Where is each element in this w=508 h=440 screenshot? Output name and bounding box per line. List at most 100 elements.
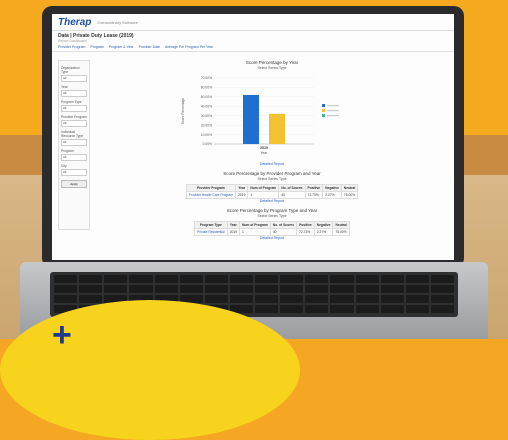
key [154, 275, 178, 283]
y-tick-label: 40.00% [201, 104, 212, 108]
program-type-table: Program Type Year Num of Program No. of … [194, 221, 350, 236]
table-header: Year [226, 221, 240, 229]
filter-select[interactable]: All [61, 139, 87, 146]
key [430, 275, 454, 283]
table-header: Provider Program [185, 184, 237, 192]
filter-sidebar: Organization Type All Year All Program T… [58, 60, 90, 230]
key [405, 305, 429, 313]
key [129, 275, 153, 283]
app-logo: Therap [58, 16, 92, 28]
key [305, 275, 329, 283]
legend-entry [327, 110, 339, 112]
key [380, 275, 404, 283]
filter-label: Year [61, 85, 68, 89]
key [380, 305, 404, 313]
score-chart: 0.00% 10.00% 20.00% 30.00% 40.00% 50.00% 60.00… [172, 72, 372, 162]
key [280, 285, 304, 293]
y-tick-label: 30.00% [201, 114, 212, 118]
key [305, 285, 329, 293]
report-main: Score Percentage by Year Select Series T… [96, 60, 448, 240]
filter-select[interactable]: All [61, 120, 87, 127]
x-axis-label: Year [261, 151, 269, 155]
y-tick-label: 0.00% [203, 142, 212, 146]
table-header: Year [235, 184, 249, 192]
table-row: Private Residential 2019 1 40 72.73% 2.2… [194, 228, 350, 236]
legend-swatch [322, 114, 325, 117]
key [305, 305, 329, 313]
promo-glyph: + [52, 316, 72, 354]
app-tagline: Extraordinary Software [97, 19, 139, 25]
filter-select[interactable]: All [61, 154, 87, 161]
table-cell: 2019 [226, 228, 240, 236]
key [305, 295, 329, 303]
provider-program-table: Provider Program Year Num of Program No.… [185, 184, 359, 199]
filter-label: City [61, 164, 67, 168]
page-title: Data | Private Duty Lease (2019) [58, 33, 134, 39]
x-tick-label: 2019 [260, 146, 268, 150]
table-cell: 2.27% [313, 228, 334, 236]
table-header: Positive [296, 221, 315, 229]
table-cell-link[interactable]: Private Residential [194, 228, 228, 236]
key [104, 285, 128, 293]
key [204, 285, 228, 293]
table2-report-link[interactable]: Detailed Report [96, 236, 448, 240]
key [229, 275, 253, 283]
tab-program-year[interactable]: Program & Year [109, 45, 134, 49]
chart-title: Score Percentage by Year [245, 60, 299, 65]
key [355, 275, 379, 283]
tab-average[interactable]: Average Per Program Per Year [165, 45, 213, 49]
filter-select[interactable]: All [61, 169, 87, 176]
key [280, 305, 304, 313]
filter-select[interactable]: All [61, 75, 87, 82]
key [380, 295, 404, 303]
y-tick-label: 20.00% [201, 123, 212, 127]
y-tick-label: 50.00% [201, 95, 212, 99]
table-cell-link[interactable]: Provider Health Care Program [185, 191, 237, 199]
table-header: Positive [304, 184, 324, 192]
legend-swatch [322, 109, 325, 112]
key [179, 275, 203, 283]
series-select[interactable]: Select Series Type [96, 66, 448, 70]
key [154, 285, 178, 293]
filter-select[interactable]: All [61, 105, 87, 112]
key [330, 305, 354, 313]
key [355, 285, 379, 293]
key [255, 305, 279, 313]
key [255, 275, 279, 283]
report-tabs: Provider Program Program Program & Year … [52, 43, 454, 52]
app-header: Therap Extraordinary Software [52, 14, 454, 31]
tab-provider-program[interactable]: Provider Program [58, 45, 85, 49]
filter-label: Program Type [61, 100, 82, 104]
bar [269, 113, 285, 144]
key [229, 285, 253, 293]
y-axis-label: Score Percentage [181, 98, 185, 125]
key [355, 305, 379, 313]
key [280, 295, 304, 303]
legend-entry [327, 105, 339, 107]
table-header: Negative [322, 184, 342, 192]
table1-report-link[interactable]: Detailed Report [96, 199, 448, 203]
table-cell: 75.00% [340, 191, 359, 199]
table-header: No. of Scores [269, 221, 298, 229]
apply-button[interactable]: Apply [61, 180, 87, 188]
table1-select[interactable]: Select Series Type [96, 177, 448, 181]
key [405, 285, 429, 293]
key [129, 285, 153, 293]
filter-select[interactable]: All [61, 90, 87, 97]
key [54, 275, 78, 283]
table-header: Negative [313, 221, 334, 229]
table-cell: 72.73% [304, 191, 324, 199]
table-cell: 1 [238, 228, 271, 236]
table-header: Num of Program [238, 221, 271, 229]
tab-provider-date[interactable]: Provider Date [139, 45, 160, 49]
filter-label: Program [61, 149, 74, 153]
key [330, 285, 354, 293]
key [330, 275, 354, 283]
table-header: Neutral [340, 184, 359, 192]
y-tick-label: 10.00% [201, 133, 212, 137]
table2-select[interactable]: Select Series Type [96, 214, 448, 218]
detailed-report-link[interactable]: Detailed Report [96, 162, 448, 166]
tab-program[interactable]: Program [90, 45, 103, 49]
legend-swatch [322, 104, 325, 107]
key [405, 275, 429, 283]
